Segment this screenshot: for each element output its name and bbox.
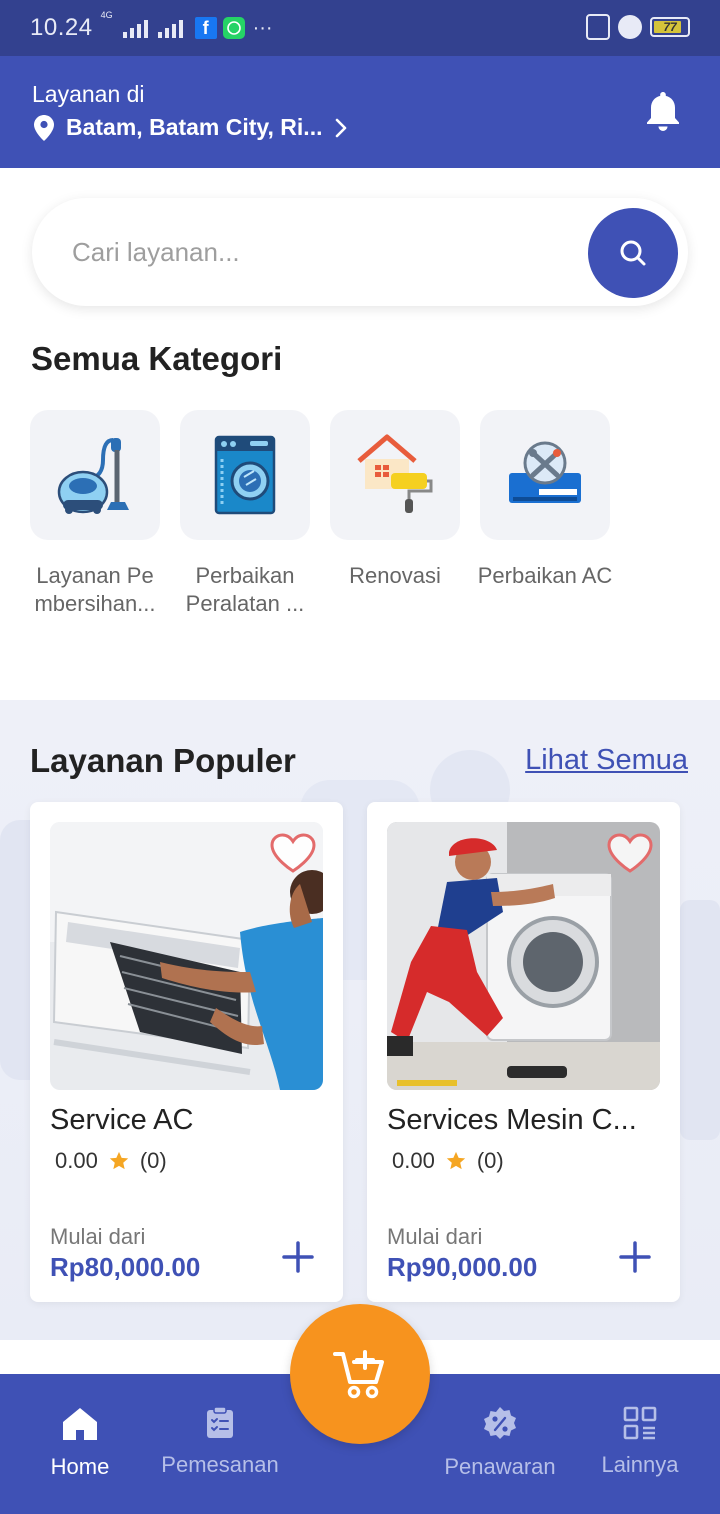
rating-value: 0.00 — [392, 1148, 435, 1173]
house-paint-roller-icon — [357, 434, 433, 513]
category-label: Perbaikan AC — [477, 563, 613, 588]
alarm-icon — [618, 15, 642, 39]
nav-label: Home — [50, 1454, 110, 1479]
vibrate-icon — [586, 14, 610, 40]
clipboard-icon — [207, 1406, 233, 1438]
add-to-cart-button[interactable] — [281, 1240, 315, 1279]
battery-icon: 77 — [650, 17, 690, 37]
category-ac-repair[interactable]: Perbaikan AC — [478, 410, 612, 590]
nav-home[interactable]: Home — [5, 1374, 155, 1514]
facebook-notification-icon: f — [194, 17, 217, 39]
search-bar — [32, 198, 688, 306]
category-label: Perbaikan Peralatan ... — [185, 563, 305, 616]
chevron-right-icon — [336, 118, 347, 137]
service-rating: 0.00 (0) — [55, 1148, 167, 1174]
home-icon — [63, 1408, 97, 1440]
more-notifications-icon: ··· — [252, 16, 273, 39]
grid-icon — [623, 1406, 657, 1440]
star-icon — [446, 1151, 465, 1170]
category-tile — [480, 410, 610, 540]
nav-more[interactable]: Lainnya — [565, 1374, 715, 1514]
status-time: 10.24 — [30, 14, 93, 41]
service-location-label: Layanan di — [32, 81, 145, 107]
service-name: Service AC — [50, 1104, 194, 1136]
location-text: Batam, Batam City, Ri... — [66, 114, 323, 140]
whatsapp-notification-icon — [222, 17, 245, 39]
price-from-label: Mulai dari — [50, 1224, 146, 1249]
status-bar: 10.24 4G f ··· 77 — [0, 0, 720, 56]
service-name: Services Mesin C... — [387, 1104, 637, 1136]
vacuum-cleaner-icon — [57, 438, 129, 514]
review-count: (0) — [476, 1148, 504, 1173]
price-from-label: Mulai dari — [387, 1224, 483, 1249]
category-renovation[interactable]: Renovasi — [330, 410, 460, 590]
location-pin-icon — [34, 114, 54, 141]
category-tile — [330, 410, 460, 540]
ac-repair-icon — [509, 441, 581, 503]
app-header: Layanan di Batam, Batam City, Ri... — [0, 56, 720, 168]
category-cleaning[interactable]: Layanan Pe mbersihan... — [30, 410, 160, 618]
plus-icon — [619, 1241, 651, 1273]
category-tile — [180, 410, 310, 540]
discount-badge-icon — [484, 1407, 516, 1439]
review-count: (0) — [139, 1148, 167, 1173]
favorite-heart-icon[interactable] — [269, 832, 317, 879]
service-price: Rp80,000.00 — [50, 1252, 201, 1282]
star-icon — [109, 1151, 128, 1170]
network-type: 4G — [100, 10, 113, 20]
favorite-heart-icon[interactable] — [606, 832, 654, 879]
search-button[interactable] — [588, 208, 678, 298]
service-rating: 0.00 (0) — [392, 1148, 504, 1174]
battery-level: 77 — [663, 20, 677, 34]
search-input[interactable] — [72, 232, 572, 272]
add-to-cart-button[interactable] — [618, 1240, 652, 1279]
cart-button[interactable] — [290, 1304, 430, 1444]
nav-label: Pemesanan — [161, 1452, 279, 1477]
plus-icon — [282, 1241, 314, 1273]
notification-bell-icon[interactable] — [644, 90, 682, 137]
signal-icon-2 — [157, 18, 183, 38]
search-icon — [620, 240, 646, 266]
category-tile — [30, 410, 160, 540]
washing-machine-icon — [214, 435, 276, 515]
nav-orders[interactable]: Pemesanan — [145, 1374, 295, 1514]
nav-label: Lainnya — [601, 1452, 679, 1477]
service-price: Rp90,000.00 — [387, 1252, 538, 1282]
rating-value: 0.00 — [55, 1148, 98, 1173]
category-label: Renovasi — [349, 563, 441, 588]
location-selector[interactable]: Batam, Batam City, Ri... — [34, 114, 348, 141]
popular-title: Layanan Populer — [30, 742, 296, 779]
category-appliance-repair[interactable]: Perbaikan Peralatan ... — [180, 410, 310, 618]
popular-services-section: Layanan Populer Lihat Semua Service AC 0… — [0, 700, 720, 1340]
nav-offers[interactable]: Penawaran — [425, 1374, 575, 1514]
categories-title: Semua Kategori — [31, 340, 283, 377]
category-label: Layanan Pe mbersihan... — [34, 563, 156, 616]
cart-add-icon — [333, 1350, 384, 1399]
service-card-washing-machine[interactable]: Services Mesin C... 0.00 (0) Mulai dari … — [367, 802, 680, 1302]
see-all-link[interactable]: Lihat Semua — [525, 744, 688, 777]
service-card-ac[interactable]: Service AC 0.00 (0) Mulai dari Rp80,000.… — [30, 802, 343, 1302]
signal-icon — [122, 18, 148, 38]
nav-label: Penawaran — [444, 1454, 556, 1479]
